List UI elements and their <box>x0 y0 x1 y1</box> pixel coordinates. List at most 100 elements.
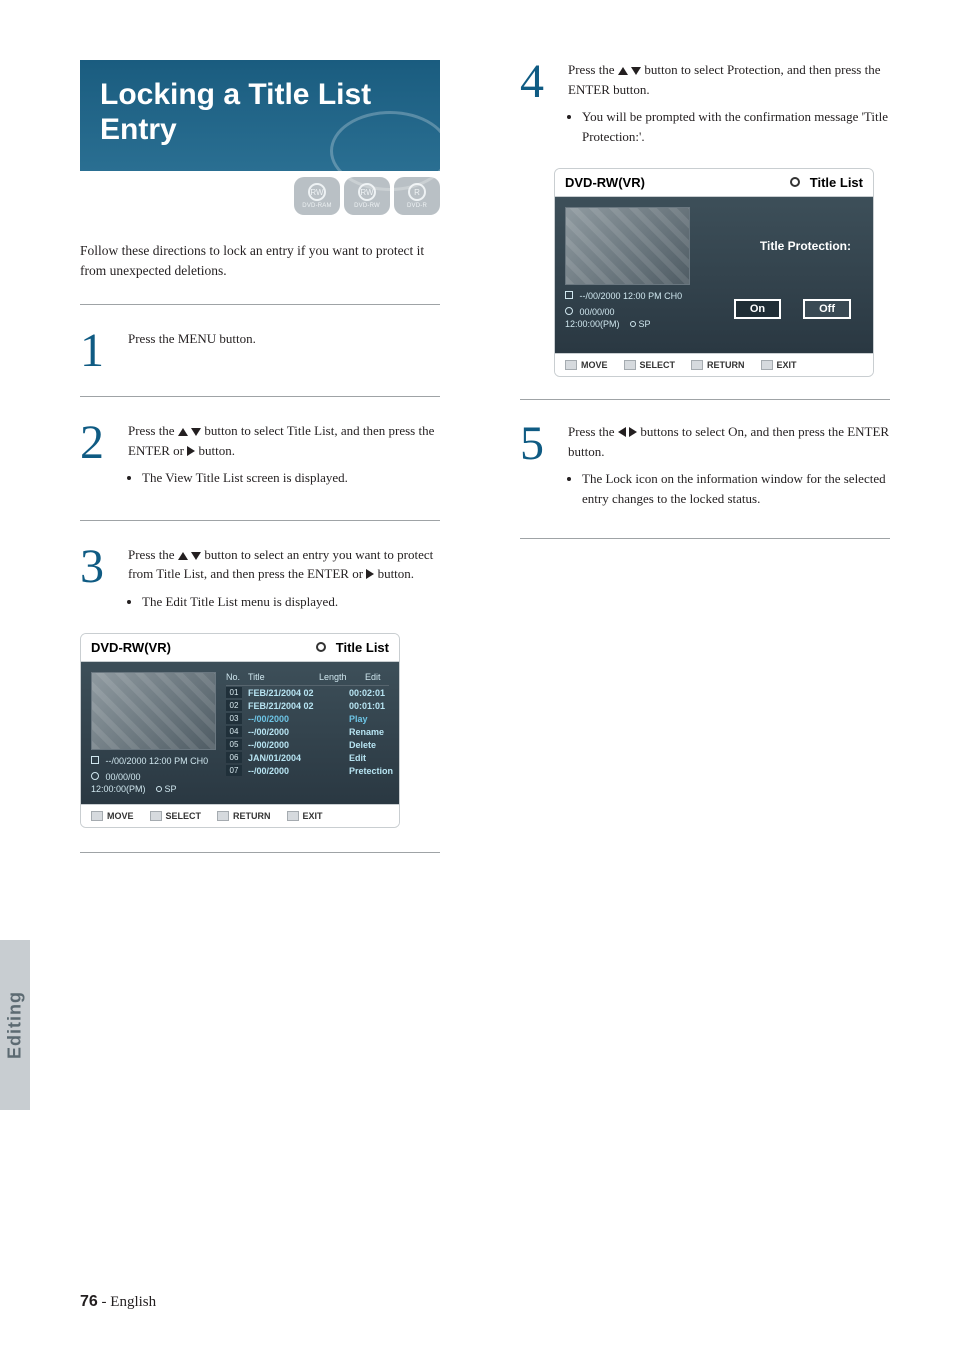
badge-label: DVD-RAM <box>302 203 331 209</box>
info-line: --/00/2000 12:00 PM CH0 <box>565 291 690 301</box>
square-icon <box>565 291 573 299</box>
step-body: Press the button to select Protection, a… <box>568 60 890 154</box>
osd-footer: MOVE SELECT RETURN EXIT <box>555 353 873 376</box>
return-icon <box>691 360 703 370</box>
step-3: 3 Press the button to select an entry yo… <box>80 545 440 620</box>
osd-header: DVD-RW(VR) Title List <box>81 634 399 662</box>
nav-icon <box>565 360 577 370</box>
step-1: 1 Press the MENU button. <box>80 329 440 372</box>
list-row: 02FEB/21/2004 0200:01:01 <box>226 699 389 712</box>
info-line: --/00/2000 12:00 PM CH0 <box>91 756 216 766</box>
step-number: 2 <box>80 421 114 496</box>
divider <box>80 852 440 853</box>
disc-icon <box>316 642 326 652</box>
page-language: - English <box>102 1294 157 1310</box>
step-text: Press the <box>128 423 178 438</box>
step-bullet: The Edit Title List menu is displayed. <box>142 592 440 612</box>
step-bullet: You will be prompted with the confirmati… <box>582 107 890 146</box>
arrow-down-icon <box>191 552 201 560</box>
arrow-up-icon <box>178 552 188 560</box>
col-edit: Edit <box>365 672 389 682</box>
col-title: Title <box>248 672 313 682</box>
step-bullet: The View Title List screen is displayed. <box>142 468 440 488</box>
ok-icon <box>624 360 636 370</box>
step-body: Press the button to select an entry you … <box>128 545 440 620</box>
arrow-down-icon <box>631 67 641 75</box>
step-2: 2 Press the button to select Title List,… <box>80 421 440 496</box>
info-line: 00/00/00 <box>565 307 690 317</box>
badge-icon: RW <box>308 183 326 201</box>
badge-label: DVD-RW <box>354 203 380 209</box>
list-row: 01FEB/21/2004 0200:02:01 <box>226 686 389 699</box>
list-row: 06JAN/01/2004Edit <box>226 751 389 764</box>
arrow-up-icon <box>618 67 628 75</box>
preview-thumbnail <box>91 672 216 750</box>
disc-icon <box>790 177 800 187</box>
osd-protection: DVD-RW(VR) Title List --/00/2000 12:00 P… <box>554 168 874 377</box>
protection-on-button[interactable]: On <box>734 299 781 319</box>
decor-circles <box>330 111 450 191</box>
list-row: 03--/00/2000Play <box>226 712 389 725</box>
intro-text: Follow these directions to lock an entry… <box>80 241 440 280</box>
step-number: 3 <box>80 545 114 620</box>
protection-off-button[interactable]: Off <box>803 299 851 319</box>
info-line: 00/00/00 <box>91 772 216 782</box>
divider <box>80 304 440 305</box>
page-number: 76 <box>80 1293 98 1310</box>
nav-icon <box>91 811 103 821</box>
step-text: Press the MENU button. <box>128 331 256 346</box>
osd-header-right: Title List <box>790 175 863 190</box>
osd-title-list: DVD-RW(VR) Title List --/00/2000 12:00 P… <box>80 633 400 828</box>
list-row: 07--/00/2000Pretection <box>226 764 389 777</box>
step-4: 4 Press the button to select Protection,… <box>520 60 890 154</box>
page-footer: 76 - English <box>80 1293 156 1311</box>
list-row: 05--/00/2000Delete <box>226 738 389 751</box>
step-text: Press the <box>568 424 618 439</box>
divider <box>80 396 440 397</box>
arrow-up-icon <box>178 428 188 436</box>
badge-label: DVD-R <box>407 203 427 209</box>
osd-header-left: DVD-RW(VR) <box>91 640 171 655</box>
arrow-right-icon <box>366 569 374 579</box>
step-number: 4 <box>520 60 554 154</box>
title-list: No. Title Length Edit 01FEB/21/2004 0200… <box>226 672 389 794</box>
step-text: button. <box>198 443 234 458</box>
info-time: 12:00:00(PM) SP <box>565 319 690 329</box>
step-body: Press the MENU button. <box>128 329 440 372</box>
osd-header: DVD-RW(VR) Title List <box>555 169 873 197</box>
step-body: Press the button to select Title List, a… <box>128 421 440 496</box>
list-row: 04--/00/2000Rename <box>226 725 389 738</box>
arrow-right-icon <box>629 427 637 437</box>
divider <box>520 399 890 400</box>
divider <box>80 520 440 521</box>
osd-footer: MOVE SELECT RETURN EXIT <box>81 804 399 827</box>
osd-header-right: Title List <box>316 640 389 655</box>
step-number: 5 <box>520 422 554 516</box>
section-title-box: Locking a Title List Entry <box>80 60 440 171</box>
osd-header-left: DVD-RW(VR) <box>565 175 645 190</box>
step-number: 1 <box>80 329 114 372</box>
ok-icon <box>150 811 162 821</box>
protection-label: Title Protection: <box>760 239 851 253</box>
col-length: Length <box>319 672 359 682</box>
exit-icon <box>761 360 773 370</box>
step-body: Press the buttons to select On, and then… <box>568 422 890 516</box>
record-dot-icon <box>630 321 636 327</box>
info-time: 12:00:00(PM) SP <box>91 784 216 794</box>
col-no: No. <box>226 672 242 682</box>
arrow-down-icon <box>191 428 201 436</box>
step-5: 5 Press the buttons to select On, and th… <box>520 422 890 516</box>
record-dot-icon <box>156 786 162 792</box>
arrow-left-icon <box>618 427 626 437</box>
step-bullet: The Lock icon on the information window … <box>582 469 890 508</box>
arrow-right-icon <box>187 446 195 456</box>
step-text: Press the <box>128 547 178 562</box>
clock-icon <box>91 772 99 780</box>
square-icon <box>91 756 99 764</box>
preview-thumbnail <box>565 207 690 285</box>
return-icon <box>217 811 229 821</box>
step-text: button. <box>378 566 414 581</box>
exit-icon <box>287 811 299 821</box>
clock-icon <box>565 307 573 315</box>
step-text: Press the <box>568 62 618 77</box>
